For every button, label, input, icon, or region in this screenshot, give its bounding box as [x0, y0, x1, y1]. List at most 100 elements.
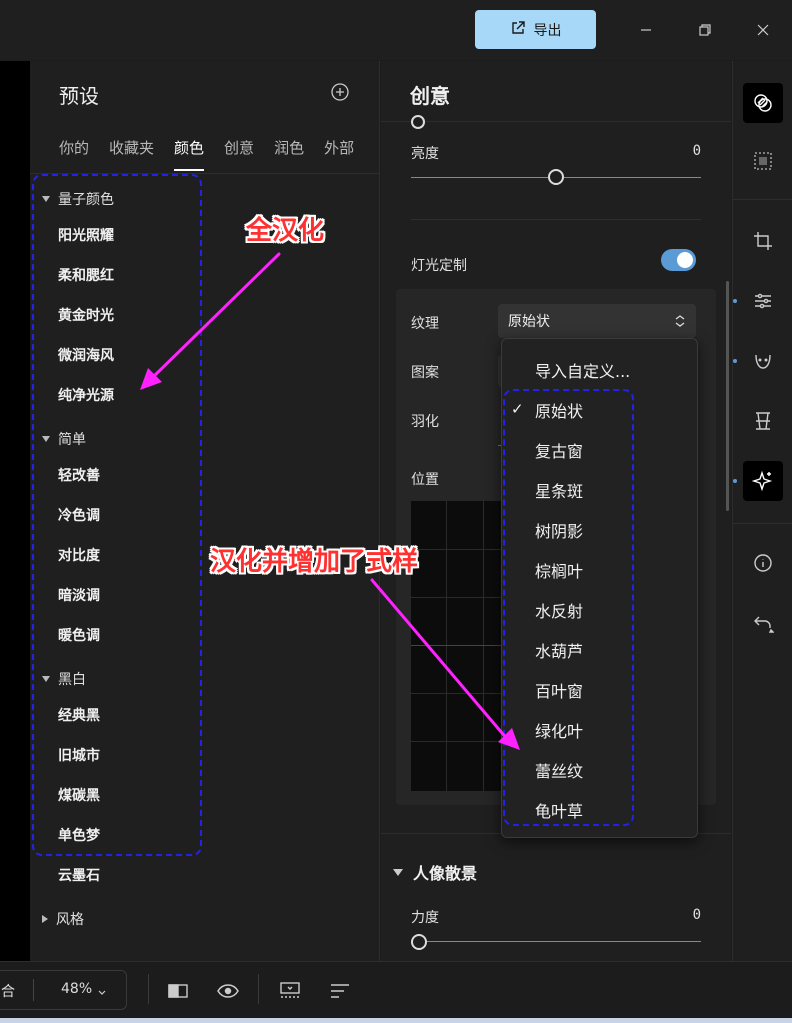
minimize-button[interactable]: [634, 18, 658, 42]
dropdown-option[interactable]: 水葫芦: [535, 638, 583, 662]
select-region-icon[interactable]: [743, 141, 783, 181]
preset-item[interactable]: 经典黑: [58, 705, 100, 725]
group-header-quantum-color[interactable]: 量子颜色: [42, 189, 114, 209]
divider: [411, 219, 701, 220]
brightness-value: 0: [692, 143, 701, 159]
fit-label[interactable]: 合: [1, 981, 15, 1001]
undo-icon[interactable]: [743, 603, 783, 643]
presets-tool-icon[interactable]: [743, 83, 783, 123]
preset-item[interactable]: 阳光照耀: [58, 225, 114, 245]
slider-thumb-partial[interactable]: [411, 115, 425, 129]
dropdown-option[interactable]: 龟叶草: [535, 798, 583, 822]
texture-select[interactable]: 原始状: [498, 304, 696, 338]
preset-tabs: 你的 收藏夹 颜色 创意 润色 外部: [59, 137, 374, 173]
presets-panel: 预设 你的 收藏夹 颜色 创意 润色 外部 量子颜色 阳光照耀 柔和腮红 黄金时…: [30, 61, 380, 961]
scrollbar[interactable]: [726, 281, 729, 511]
strength-slider-thumb[interactable]: [411, 934, 427, 950]
tabs-divider: [30, 173, 380, 174]
creative-title: 创意: [410, 84, 450, 108]
info-icon[interactable]: [743, 543, 783, 583]
title-bar: 导出: [0, 0, 792, 60]
add-preset-button[interactable]: [330, 82, 350, 102]
preset-item[interactable]: 煤碳黑: [58, 785, 100, 805]
creative-sparkle-icon[interactable]: [743, 461, 783, 501]
dropdown-option[interactable]: 复古窗: [535, 438, 583, 462]
preset-item[interactable]: 微润海风: [58, 345, 114, 365]
restore-button[interactable]: [693, 18, 717, 42]
preset-item[interactable]: 旧城市: [58, 745, 100, 765]
group-label: 黑白: [58, 672, 86, 688]
header-divider: [381, 121, 731, 122]
perspective-icon[interactable]: [743, 401, 783, 441]
annotation-top: 全汉化: [246, 216, 325, 246]
bottom-toolbar: 合 48%: [0, 961, 792, 1023]
preset-item[interactable]: 暖色调: [58, 625, 100, 645]
preset-item[interactable]: 轻改善: [58, 465, 100, 485]
adjust-sliders-icon[interactable]: [743, 281, 783, 321]
tab-external[interactable]: 外部: [324, 137, 354, 173]
position-grid[interactable]: [411, 501, 503, 791]
preset-item[interactable]: 暗淡调: [58, 585, 100, 605]
taskbar-edge: [0, 1018, 792, 1023]
group-label: 量子颜色: [58, 192, 114, 208]
crop-icon[interactable]: [743, 221, 783, 261]
right-tool-rail: [732, 61, 792, 991]
dropdown-option[interactable]: 绿化叶: [535, 718, 583, 742]
annotation-middle: 汉化并增加了式样: [210, 547, 419, 577]
preset-item[interactable]: 纯净光源: [58, 385, 114, 405]
portrait-bokeh-label: 人像散景: [413, 864, 478, 883]
dropdown-option[interactable]: 棕榈叶: [535, 558, 583, 582]
image-canvas[interactable]: [0, 61, 30, 961]
texture-label: 纹理: [411, 316, 439, 332]
preset-item[interactable]: 单色梦: [58, 825, 100, 845]
sort-lines-icon[interactable]: [329, 980, 351, 1002]
chevron-down-icon: [393, 868, 403, 876]
zoom-value[interactable]: 48%: [61, 981, 92, 997]
preset-item[interactable]: 对比度: [58, 545, 100, 565]
dropdown-option[interactable]: 水反射: [535, 598, 583, 622]
dropdown-option[interactable]: 百叶窗: [535, 678, 583, 702]
preset-item[interactable]: 冷色调: [58, 505, 100, 525]
strength-label: 力度: [411, 910, 439, 926]
chevron-down-icon: [42, 676, 50, 682]
checkmark-icon: ✓: [511, 400, 524, 418]
preview-eye-icon[interactable]: [217, 980, 239, 1002]
preset-item[interactable]: 柔和腮红: [58, 265, 114, 285]
light-custom-label: 灯光定制: [411, 258, 467, 274]
dropdown-option[interactable]: 树阴影: [535, 518, 583, 542]
face-retouch-icon[interactable]: [743, 341, 783, 381]
brightness-label: 亮度: [411, 146, 439, 162]
preset-item[interactable]: 云墨石: [58, 865, 100, 885]
group-header-simple[interactable]: 简单: [42, 429, 86, 449]
chevron-down-icon: [42, 196, 50, 202]
tab-yours[interactable]: 你的: [59, 137, 89, 173]
zoom-control[interactable]: 合 48%: [0, 970, 127, 1010]
dropdown-option[interactable]: 原始状: [535, 398, 583, 422]
tab-color[interactable]: 颜色: [174, 137, 205, 173]
tab-favorites[interactable]: 收藏夹: [109, 137, 154, 173]
strength-value: 0: [692, 907, 701, 923]
presets-title: 预设: [59, 84, 99, 108]
compare-split-icon[interactable]: [167, 980, 189, 1002]
strength-slider[interactable]: [411, 941, 701, 942]
dropdown-option[interactable]: 蕾丝纹: [535, 758, 583, 782]
portrait-bokeh-section[interactable]: 人像散景: [393, 860, 477, 884]
brightness-slider-thumb[interactable]: [548, 169, 564, 185]
pattern-label: 图案: [411, 365, 439, 381]
group-label: 风格: [56, 912, 84, 928]
chevron-down-icon: [98, 985, 106, 1001]
export-button[interactable]: 导出: [475, 10, 596, 49]
dropdown-option[interactable]: 星条斑: [535, 478, 583, 502]
texture-select-value: 原始状: [508, 314, 550, 330]
preset-item[interactable]: 黄金时光: [58, 305, 114, 325]
import-custom-option[interactable]: 导入自定义...: [535, 358, 630, 382]
position-label: 位置: [411, 472, 439, 488]
chevron-down-icon: [42, 436, 50, 442]
light-custom-toggle[interactable]: [661, 249, 696, 271]
filmstrip-icon[interactable]: [279, 980, 301, 1002]
tab-creative[interactable]: 创意: [224, 137, 254, 173]
tab-retouch[interactable]: 润色: [274, 137, 304, 173]
close-button[interactable]: [751, 18, 775, 42]
group-header-black-white[interactable]: 黑白: [42, 669, 86, 689]
group-header-style[interactable]: 风格: [42, 909, 84, 929]
